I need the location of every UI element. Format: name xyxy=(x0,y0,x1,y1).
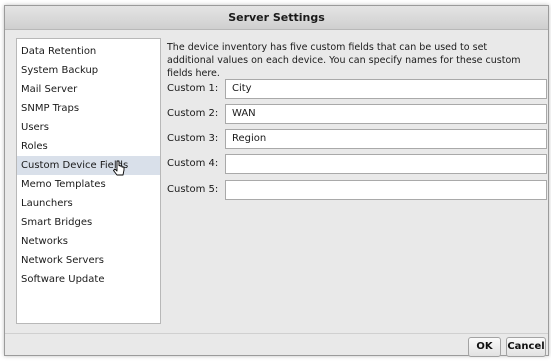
custom-1-label: Custom 1: xyxy=(167,83,219,94)
mouse-pointer-icon xyxy=(113,160,125,176)
sidebar-item-memo-templates[interactable]: Memo Templates xyxy=(17,175,160,194)
sidebar-item-snmp-traps[interactable]: SNMP Traps xyxy=(17,99,160,118)
ok-button[interactable]: OK xyxy=(468,337,501,357)
sidebar-item-network-servers[interactable]: Network Servers xyxy=(17,251,160,270)
custom-4-input[interactable] xyxy=(225,154,547,174)
custom-5-input[interactable] xyxy=(225,180,547,200)
sidebar-item-roles[interactable]: Roles xyxy=(17,137,160,156)
title-bar[interactable]: Server Settings xyxy=(5,6,548,30)
footer-divider xyxy=(5,333,548,334)
cancel-button[interactable]: Cancel xyxy=(506,337,546,357)
custom-1-input[interactable]: City xyxy=(225,79,547,99)
custom-5-label: Custom 5: xyxy=(167,184,219,195)
custom-2-input[interactable]: WAN xyxy=(225,104,547,124)
description-text: The device inventory has five custom fie… xyxy=(167,42,521,79)
sidebar-item-mail-server[interactable]: Mail Server xyxy=(17,80,160,99)
custom-4-label: Custom 4: xyxy=(167,158,219,169)
dialog-title: Server Settings xyxy=(228,11,325,24)
server-settings-dialog: Server Settings Data Retention System Ba… xyxy=(4,5,549,357)
custom-2-label: Custom 2: xyxy=(167,108,219,119)
sidebar-item-system-backup[interactable]: System Backup xyxy=(17,61,160,80)
sidebar-item-data-retention[interactable]: Data Retention xyxy=(17,42,160,61)
sidebar-item-smart-bridges[interactable]: Smart Bridges xyxy=(17,213,160,232)
sidebar-item-software-update[interactable]: Software Update xyxy=(17,270,160,289)
custom-3-input[interactable]: Region xyxy=(225,129,547,149)
sidebar-item-networks[interactable]: Networks xyxy=(17,232,160,251)
sidebar-item-custom-device-fields[interactable]: Custom Device Fields xyxy=(17,156,160,175)
sidebar-item-launchers[interactable]: Launchers xyxy=(17,194,160,213)
settings-sidebar: Data Retention System Backup Mail Server… xyxy=(16,38,161,324)
custom-fields-panel: The device inventory has five custom fie… xyxy=(167,38,547,324)
custom-3-label: Custom 3: xyxy=(167,133,219,144)
sidebar-item-users[interactable]: Users xyxy=(17,118,160,137)
